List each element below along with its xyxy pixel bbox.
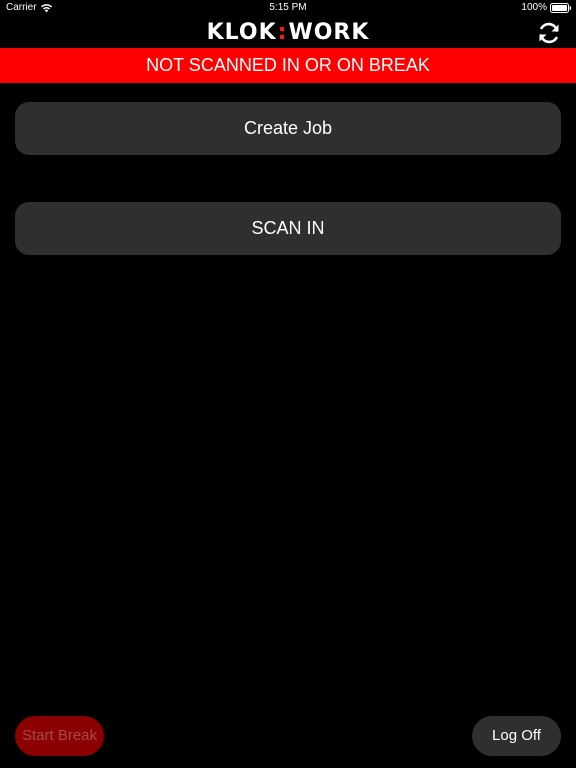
scan-in-button[interactable]: SCAN IN (15, 202, 561, 255)
battery-icon (550, 3, 572, 13)
refresh-icon[interactable] (536, 20, 562, 46)
status-right: 100% (521, 0, 572, 16)
nav-bar: KLOK:WORK (0, 16, 576, 48)
battery-percent: 100% (521, 2, 547, 13)
logo-separator: : (277, 20, 288, 45)
status-bar: Carrier 5:15 PM 100% (0, 0, 576, 16)
status-banner: NOT SCANNED IN OR ON BREAK (0, 48, 576, 83)
app-logo: KLOK:WORK (0, 20, 576, 46)
status-time: 5:15 PM (269, 2, 307, 13)
start-break-button[interactable]: Start Break (15, 716, 104, 756)
create-job-button[interactable]: Create Job (15, 102, 561, 155)
log-off-button[interactable]: Log Off (472, 716, 561, 756)
logo-left: KLOK (206, 20, 277, 45)
logo-right: WORK (288, 20, 370, 45)
